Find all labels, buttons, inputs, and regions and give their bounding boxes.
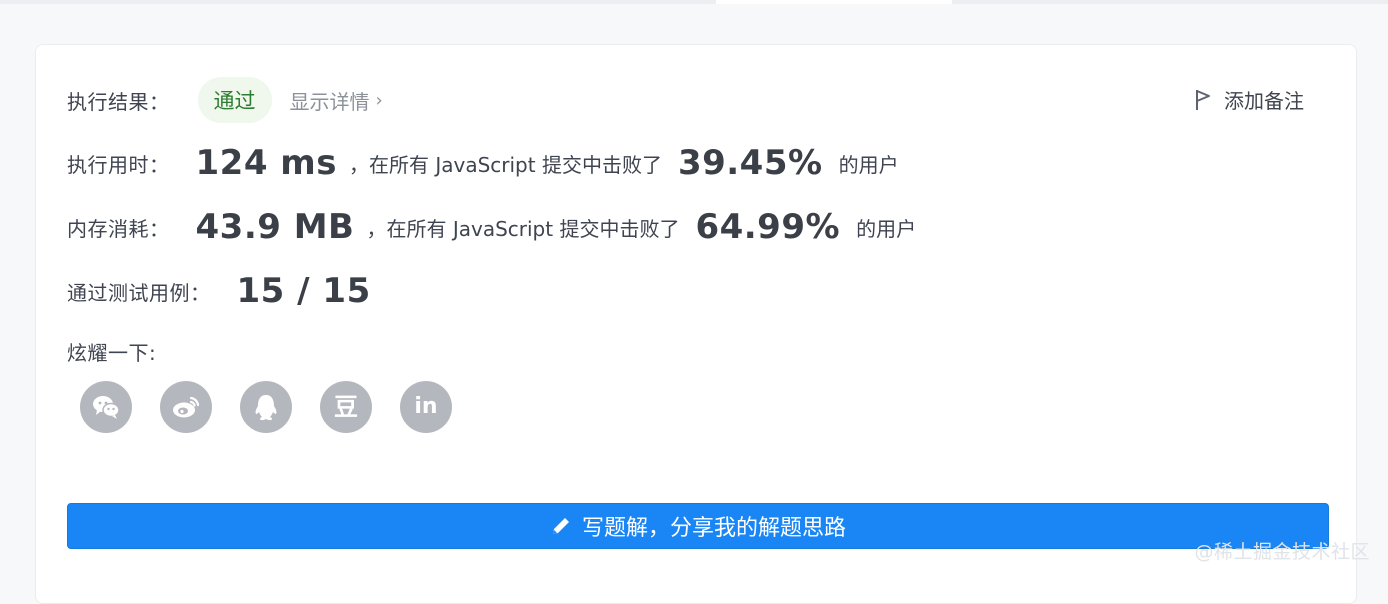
tests-label: 通过测试用例： <box>67 277 211 306</box>
douban-icon[interactable]: 豆 <box>320 381 372 433</box>
result-label: 执行结果： <box>67 86 170 115</box>
runtime-value: 124 ms <box>196 143 337 183</box>
add-note-button[interactable]: 添加备注 <box>1194 85 1304 114</box>
share-row: 炫耀一下: <box>67 337 156 366</box>
show-details-label: 显示详情 <box>290 86 370 115</box>
tests-row: 通过测试用例： 15 / 15 <box>67 271 371 311</box>
runtime-percent: 39.45% <box>678 143 823 183</box>
write-solution-label: 写题解，分享我的解题思路 <box>582 510 846 542</box>
pencil-icon <box>550 515 572 537</box>
runtime-beat-text: ，在所有 JavaScript 提交中击败了 <box>349 149 662 178</box>
memory-beat-text: ，在所有 JavaScript 提交中击败了 <box>366 213 679 242</box>
status-badge: 通过 <box>198 77 272 123</box>
memory-value: 43.9 MB <box>196 207 355 247</box>
share-icons: 豆 in <box>80 381 452 433</box>
memory-label: 内存消耗： <box>67 213 170 242</box>
runtime-suffix: 的用户 <box>839 149 899 178</box>
weibo-icon[interactable] <box>160 381 212 433</box>
linkedin-icon[interactable]: in <box>400 381 452 433</box>
runtime-label: 执行用时： <box>67 149 170 178</box>
show-details-link[interactable]: 显示详情 › <box>290 86 383 115</box>
active-tab-gap <box>716 0 952 4</box>
memory-suffix: 的用户 <box>856 213 916 242</box>
add-note-label: 添加备注 <box>1224 85 1304 114</box>
write-solution-button[interactable]: 写题解，分享我的解题思路 <box>67 503 1329 549</box>
douban-glyph: 豆 <box>334 395 358 419</box>
runtime-row: 执行用时： 124 ms ，在所有 JavaScript 提交中击败了 39.4… <box>67 143 899 183</box>
top-tab-strip <box>0 0 1388 4</box>
chevron-right-icon: › <box>376 90 383 111</box>
memory-row: 内存消耗： 43.9 MB ，在所有 JavaScript 提交中击败了 64.… <box>67 207 916 247</box>
tests-value: 15 / 15 <box>237 271 371 311</box>
share-label: 炫耀一下: <box>67 337 156 366</box>
submission-result-card: 执行结果： 通过 显示详情 › 添加备注 执行用时： 124 ms ，在所有 J… <box>35 44 1357 604</box>
memory-percent: 64.99% <box>695 207 840 247</box>
linkedin-glyph: in <box>414 396 437 418</box>
result-row: 执行结果： 通过 显示详情 › <box>67 77 383 123</box>
qq-icon[interactable] <box>240 381 292 433</box>
watermark: @稀土掘金技术社区 <box>1194 537 1370 564</box>
wechat-icon[interactable] <box>80 381 132 433</box>
flag-icon <box>1194 88 1214 112</box>
